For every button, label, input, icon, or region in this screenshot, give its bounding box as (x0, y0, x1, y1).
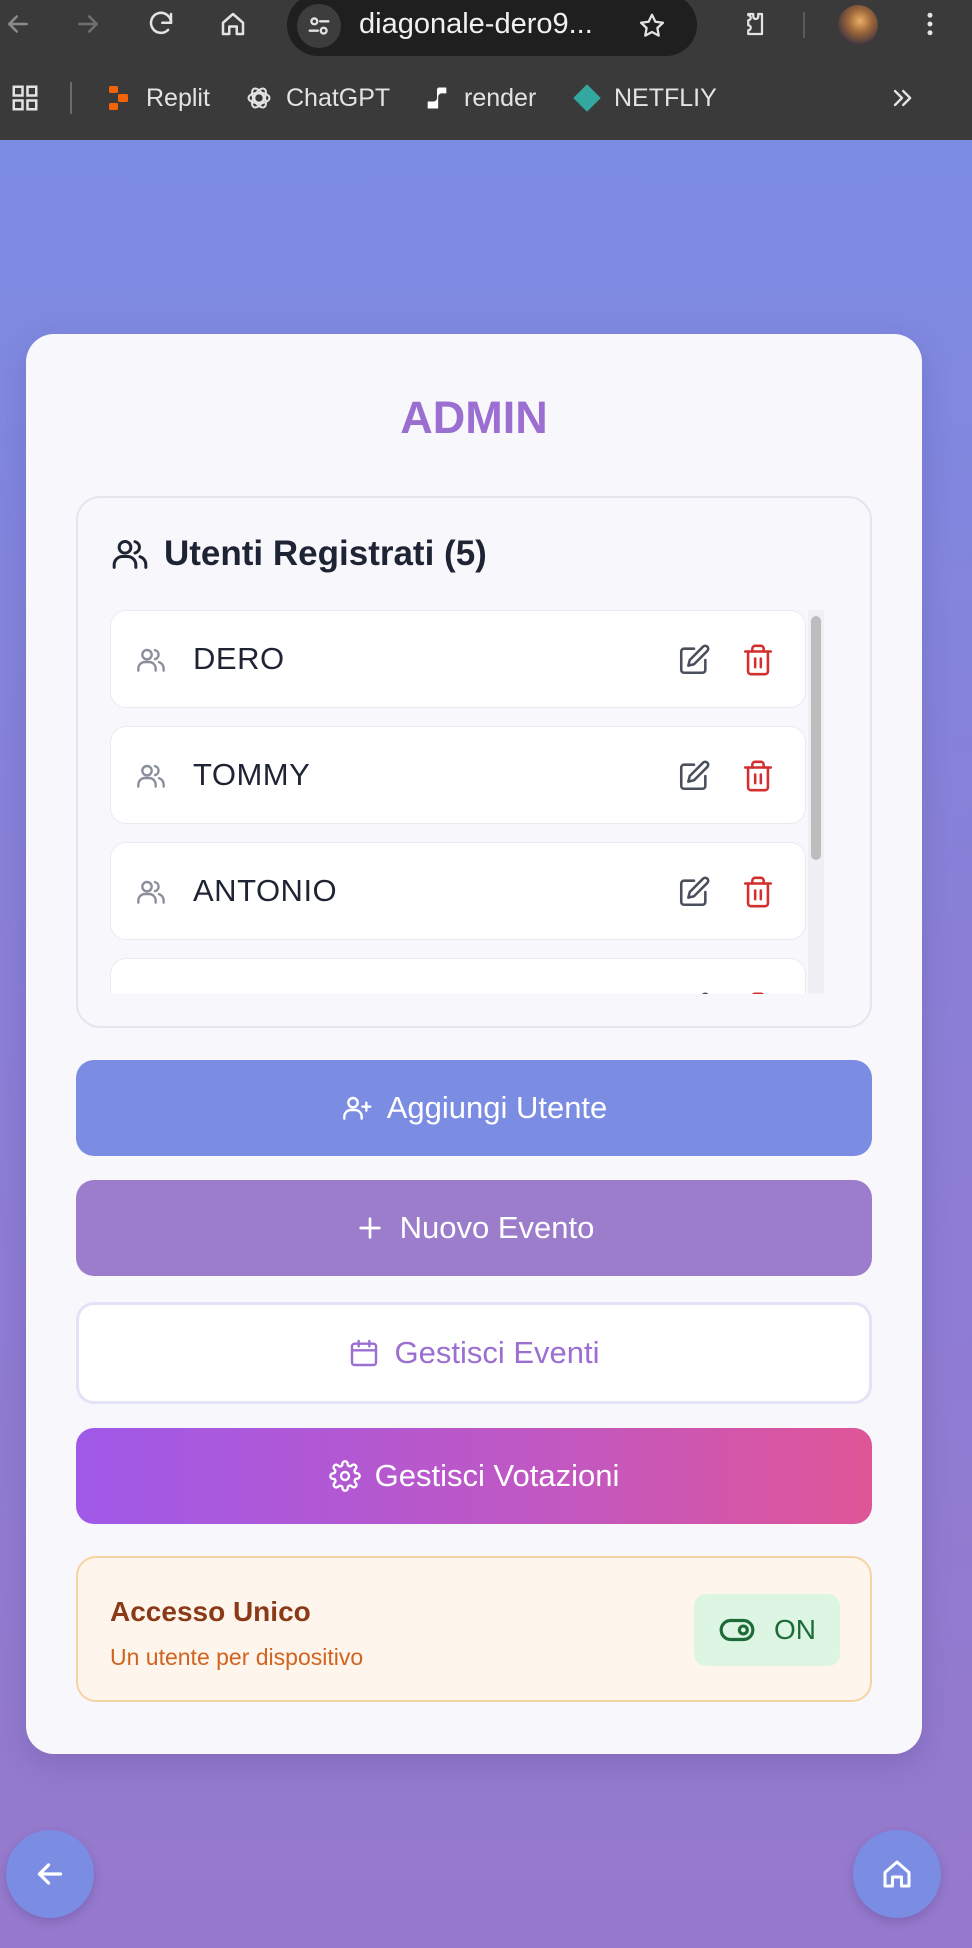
edit-icon[interactable] (677, 643, 711, 677)
toggle-on-icon (719, 1618, 755, 1642)
trash-icon[interactable] (741, 991, 775, 994)
bookmarks-bar: Replit ChatGPT render NETFLIY (0, 72, 972, 124)
plus-icon (358, 1217, 381, 1239)
extensions-icon[interactable] (732, 4, 772, 44)
browser-toolbar: diagonale-dero9... (0, 0, 972, 56)
apps-grid-icon[interactable] (10, 72, 40, 124)
bookmark-label: NETFLIY (614, 83, 717, 112)
users-header: Utenti Registrati (5) (110, 534, 487, 574)
user-row: DERO (110, 610, 806, 708)
scrollbar-thumb[interactable] (811, 616, 821, 860)
trash-icon[interactable] (741, 643, 775, 677)
forward-arrow-icon[interactable] (68, 4, 108, 44)
edit-icon[interactable] (677, 991, 711, 994)
users-icon (112, 540, 148, 569)
new-event-button[interactable]: Nuovo Evento (76, 1180, 872, 1276)
add-user-button[interactable]: Aggiungi Utente (76, 1060, 872, 1156)
site-settings-icon[interactable] (297, 4, 341, 48)
home-icon (883, 1860, 911, 1888)
manage-votes-label: Gestisci Votazioni (374, 1458, 620, 1493)
user-icon (137, 880, 165, 904)
user-name: DERO (193, 641, 285, 676)
trash-icon[interactable] (741, 875, 775, 909)
users-panel: Utenti Registrati (5) DERO TOMMY ANTONIO (76, 496, 872, 1028)
browser-chrome: diagonale-dero9... Replit ChatGPT render… (0, 0, 972, 140)
edit-icon[interactable] (677, 759, 711, 793)
user-icon (137, 764, 165, 788)
new-event-label: Nuovo Evento (399, 1210, 595, 1245)
bookmarks-divider (70, 82, 72, 114)
render-icon (422, 83, 452, 113)
manage-events-label: Gestisci Eventi (394, 1335, 600, 1370)
bookmark-chatgpt[interactable]: ChatGPT (244, 72, 390, 124)
url-text[interactable]: diagonale-dero9... (359, 8, 593, 41)
page-title: ADMIN (400, 392, 548, 443)
single-access-toggle[interactable]: ON (694, 1594, 840, 1666)
back-button[interactable] (6, 1830, 94, 1918)
users-title: Utenti Registrati (5) (164, 534, 487, 573)
access-subtitle: Un utente per dispositivo (110, 1644, 364, 1670)
address-bar[interactable]: diagonale-dero9... (287, 0, 697, 56)
admin-card: ADMIN Utenti Registrati (5) DERO TOMMY A… (26, 334, 922, 1754)
bookmark-render[interactable]: render (422, 72, 536, 124)
home-button[interactable] (853, 1830, 941, 1918)
access-title: Accesso Unico (110, 1596, 311, 1627)
gear-icon (328, 1460, 361, 1492)
chatgpt-icon (244, 83, 274, 113)
netlify-icon (572, 83, 602, 113)
arrow-left-icon (37, 1863, 63, 1885)
users-scrollbar[interactable] (808, 610, 824, 994)
manage-votes-button[interactable]: Gestisci Votazioni (76, 1428, 872, 1524)
home-icon[interactable] (213, 4, 253, 44)
back-arrow-icon[interactable] (0, 4, 38, 44)
user-name: TOMMY (193, 757, 311, 792)
user-icon (137, 648, 165, 672)
single-access-panel: Accesso Unico Un utente per dispositivo … (76, 1556, 872, 1702)
more-bookmarks-icon[interactable] (888, 72, 916, 124)
manage-events-button[interactable]: Gestisci Eventi (76, 1302, 872, 1404)
users-list[interactable]: DERO TOMMY ANTONIO (110, 610, 832, 994)
user-row (110, 958, 806, 994)
bookmark-replit[interactable]: Replit (104, 72, 210, 124)
app-page: ADMIN Utenti Registrati (5) DERO TOMMY A… (0, 140, 972, 1948)
bookmark-label: ChatGPT (286, 83, 391, 112)
bookmark-netlify[interactable]: NETFLIY (572, 72, 717, 124)
user-plus-icon (342, 1096, 372, 1120)
edit-icon[interactable] (677, 875, 711, 909)
bookmark-label: Replit (146, 83, 210, 112)
user-row: TOMMY (110, 726, 806, 824)
profile-avatar[interactable] (838, 5, 878, 45)
more-menu-icon[interactable] (910, 4, 950, 44)
user-name: ANTONIO (193, 873, 338, 908)
user-row: ANTONIO (110, 842, 806, 940)
toggle-label: ON (774, 1614, 816, 1645)
calendar-icon (351, 1339, 378, 1367)
toolbar-divider (803, 12, 805, 38)
replit-icon (104, 83, 134, 113)
trash-icon[interactable] (741, 759, 775, 793)
reload-icon[interactable] (141, 4, 181, 44)
bookmark-star-icon[interactable] (632, 6, 672, 46)
bookmark-label: render (464, 83, 537, 112)
add-user-label: Aggiungi Utente (386, 1090, 608, 1125)
